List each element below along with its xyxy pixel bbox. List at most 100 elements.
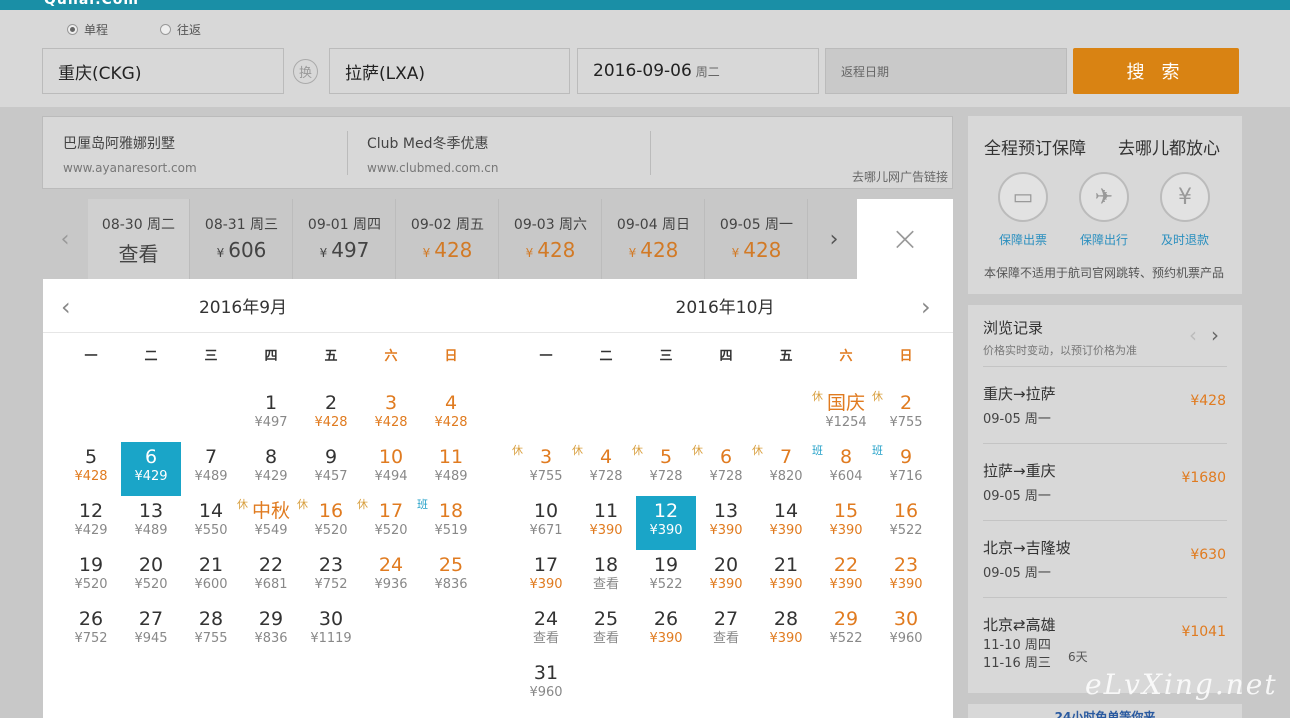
day-price: ¥390 [529,577,563,592]
swap-cities-button[interactable]: 换 [293,59,318,84]
calendar-day[interactable]: 休 17 ¥520 [357,496,421,550]
ad-label[interactable]: 去哪儿网广告链接 [852,168,948,185]
calendar-day[interactable]: 8 ¥429 [241,442,301,496]
calendar-day[interactable]: 11 ¥489 [421,442,481,496]
calendar-day[interactable]: 班 9 ¥716 [872,442,936,496]
ad-link-ayana[interactable]: 巴厘岛阿雅娜别墅 www.ayanaresort.com [63,133,197,175]
date-strip-cell[interactable]: 09-03 周六 ¥428 [500,199,602,279]
calendar-day[interactable]: 17 ¥390 [516,550,576,604]
history-record[interactable]: 拉萨→重庆 09-05 周一 ¥1680 [983,443,1227,520]
calendar-day[interactable]: 22 ¥681 [241,550,301,604]
strip-price-value: 428 [537,238,576,262]
calendar-day[interactable]: 13 ¥489 [121,496,181,550]
date-strip-cell[interactable]: 08-31 周三 ¥606 [191,199,293,279]
date-strip-cell[interactable]: 08-30 周二 查看 [88,199,190,279]
search-button[interactable]: 搜 索 [1073,48,1239,94]
history-next-arrow-icon[interactable]: › [1211,323,1219,347]
calendar-day[interactable]: 15 ¥390 [816,496,876,550]
calendar-day[interactable]: 28 ¥755 [181,604,241,658]
strip-prev-arrow-icon[interactable]: ‹ [42,199,88,279]
calendar-day[interactable]: 21 ¥600 [181,550,241,604]
calendar-day[interactable]: 3 ¥428 [361,388,421,442]
calendar-day[interactable]: 休 4 ¥728 [572,442,636,496]
ad-link-clubmed[interactable]: Club Med冬季优惠 www.clubmed.com.cn [367,133,498,175]
guarantee-link[interactable]: 及时退款 [1145,231,1225,248]
depart-date-input[interactable]: 2016-09-06 周二 [577,48,819,94]
calendar-day[interactable]: 27 查看 [696,604,756,658]
calendar-day[interactable]: 25 ¥836 [421,550,481,604]
calendar-day[interactable]: 20 ¥520 [121,550,181,604]
day-number: 2 [899,392,913,414]
calendar-day[interactable]: 班 18 ¥519 [417,496,481,550]
logo[interactable]: Qunar.Com [44,0,139,8]
calendar-day[interactable]: 休 16 ¥520 [297,496,361,550]
calendar-day[interactable]: 12 ¥429 [61,496,121,550]
calendar-day[interactable]: 7 ¥489 [181,442,241,496]
date-strip-cell[interactable]: 09-02 周五 ¥428 [397,199,499,279]
calendar-day[interactable]: 10 ¥494 [361,442,421,496]
calendar-day[interactable]: 30 ¥1119 [301,604,361,658]
history-record[interactable]: 重庆→拉萨 09-05 周一 ¥428 [983,366,1227,443]
calendar-day[interactable]: 13 ¥390 [696,496,756,550]
calendar-day[interactable]: 休 7 ¥820 [752,442,816,496]
date-strip-cell[interactable]: 09-05 周一 ¥428 [706,199,808,279]
calendar-day[interactable]: 19 ¥522 [636,550,696,604]
calendar-day[interactable]: 19 ¥520 [61,550,121,604]
close-calendar-icon[interactable]: × [857,199,953,279]
calendar-day[interactable]: 12 ¥390 [636,496,696,550]
date-strip-cell[interactable]: 09-04 周日 ¥428 [603,199,705,279]
calendar-day[interactable]: 6 ¥429 [121,442,181,496]
calendar-next-arrow-icon[interactable]: › [921,293,931,321]
calendar-day[interactable]: 9 ¥457 [301,442,361,496]
calendar-prev-arrow-icon[interactable]: ‹ [61,293,71,321]
calendar-day[interactable]: 11 ¥390 [576,496,636,550]
calendar-day[interactable]: 23 ¥752 [301,550,361,604]
calendar-day[interactable]: 31 ¥960 [516,658,576,712]
from-city-input[interactable]: 重庆(CKG) [42,48,284,94]
calendar-day[interactable]: 26 ¥752 [61,604,121,658]
calendar-day[interactable]: 22 ¥390 [816,550,876,604]
oneway-radio[interactable]: 单程 [67,21,108,38]
strip-next-arrow-icon[interactable]: › [811,199,857,279]
calendar-day[interactable]: 14 ¥390 [756,496,816,550]
calendar-day[interactable]: 24 ¥936 [361,550,421,604]
guarantee-link[interactable]: 保障出行 [1064,231,1144,248]
calendar-day[interactable]: 20 ¥390 [696,550,756,604]
calendar-day[interactable]: 10 ¥671 [516,496,576,550]
calendar-day[interactable]: 16 ¥522 [876,496,936,550]
guarantee-link[interactable]: 保障出票 [983,231,1063,248]
calendar-day[interactable]: 25 查看 [576,604,636,658]
calendar-day[interactable]: 休中秋 ¥549 [237,496,301,550]
calendar-day[interactable]: 班 8 ¥604 [812,442,876,496]
calendar-day[interactable]: 26 ¥390 [636,604,696,658]
history-prev-arrow-icon[interactable]: ‹ [1189,323,1197,347]
service-banner[interactable]: 24小时免单等你来 [968,704,1242,718]
calendar-day[interactable]: 休 3 ¥755 [512,442,576,496]
calendar-day[interactable]: 休 5 ¥728 [632,442,696,496]
calendar-day[interactable]: 29 ¥836 [241,604,301,658]
date-strip-cell[interactable]: 09-01 周四 ¥497 [294,199,396,279]
to-city-input[interactable]: 拉萨(LXA) [329,48,570,94]
calendar-day[interactable]: 24 查看 [516,604,576,658]
roundtrip-radio[interactable]: 往返 [160,21,201,38]
calendar-day[interactable]: 休 6 ¥728 [692,442,756,496]
day-price: ¥549 [254,523,288,538]
calendar-day[interactable]: 5 ¥428 [61,442,121,496]
calendar-day[interactable]: 27 ¥945 [121,604,181,658]
calendar-day[interactable]: 休国庆 ¥1254 [812,388,876,442]
calendar-day[interactable]: 1 ¥497 [241,388,301,442]
calendar-day[interactable]: 18 查看 [576,550,636,604]
history-record[interactable]: 北京⇄高雄 11-10 周四 11-16 周三 6天 ¥1041 [983,597,1227,674]
calendar-day[interactable]: 2 ¥428 [301,388,361,442]
calendar-day[interactable]: 14 ¥550 [181,496,241,550]
calendar-day[interactable]: 28 ¥390 [756,604,816,658]
calendar-day[interactable]: 23 ¥390 [876,550,936,604]
calendar-day[interactable]: 30 ¥960 [876,604,936,658]
history-record[interactable]: 北京→吉隆坡 09-05 周一 ¥630 [983,520,1227,597]
calendar-day[interactable]: 21 ¥390 [756,550,816,604]
return-date-input[interactable]: 返程日期 [825,48,1067,94]
calendar-day[interactable]: 休 2 ¥755 [872,388,936,442]
calendar-day[interactable]: 4 ¥428 [421,388,481,442]
day-price: 查看 [592,631,619,646]
calendar-day[interactable]: 29 ¥522 [816,604,876,658]
